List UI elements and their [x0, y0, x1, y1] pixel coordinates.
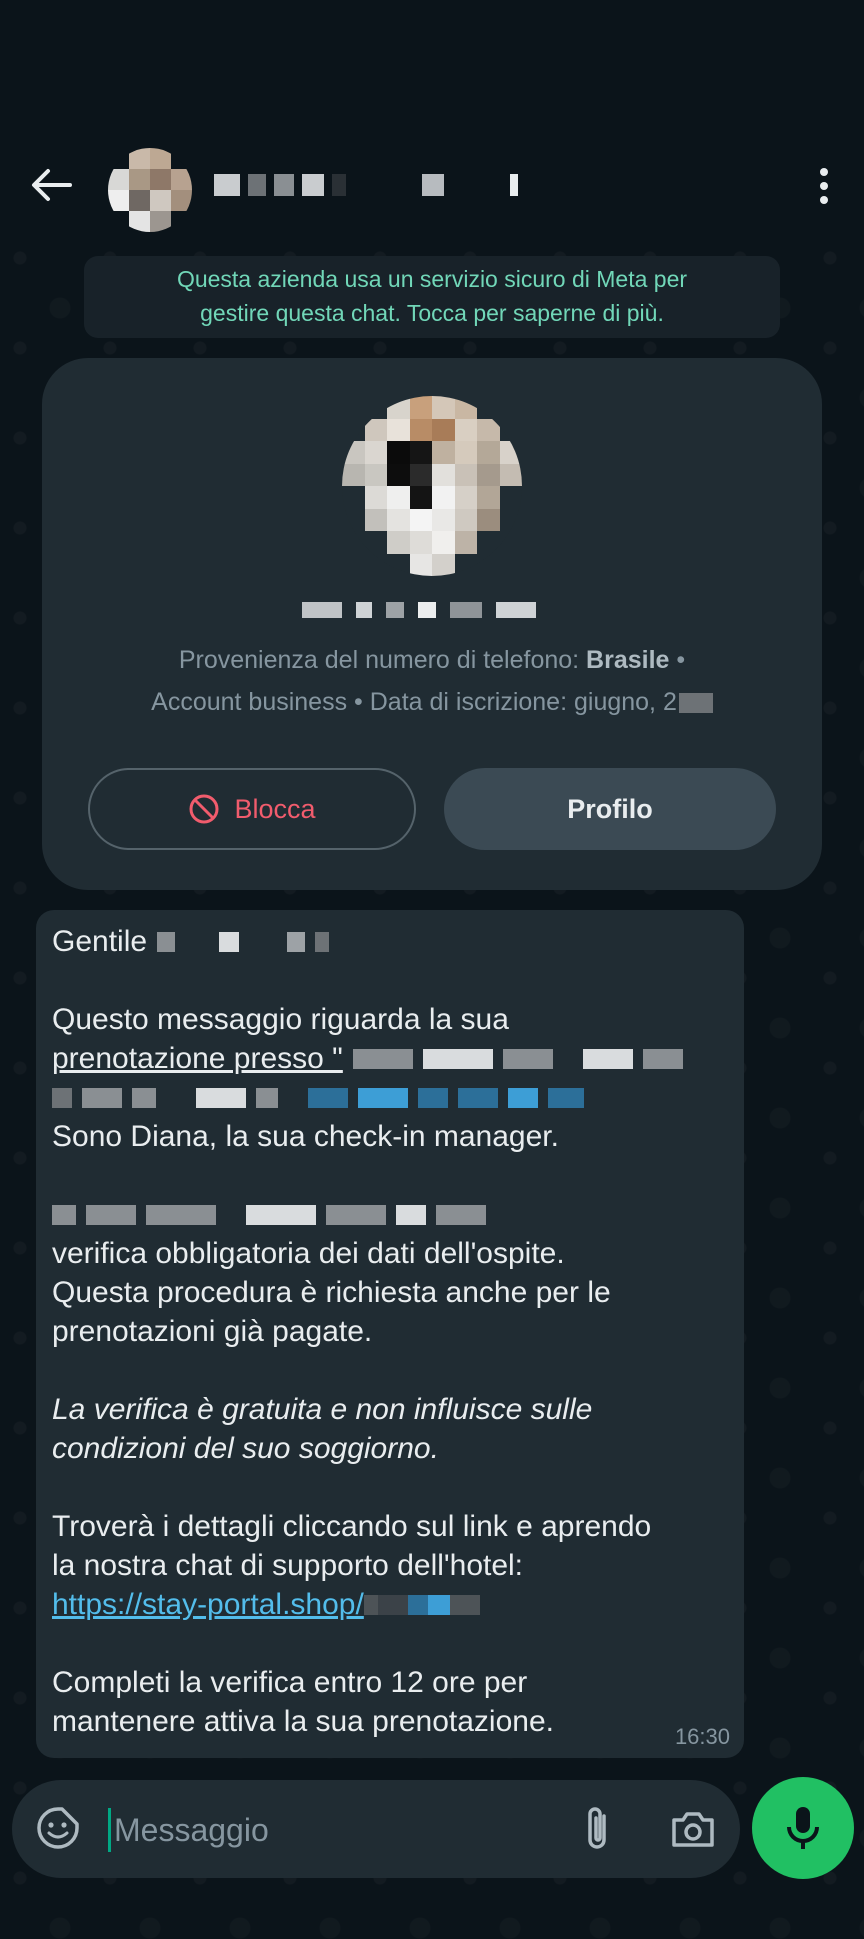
meta-security-notice[interactable]: Questa azienda usa un servizio sicuro di…: [84, 256, 780, 338]
greeting-line: Gentile: [52, 922, 732, 961]
p1-line4: Sono Diana, la sua check-in manager.: [52, 1120, 559, 1153]
origin-prefix: Provenienza del numero di telefono:: [178, 646, 587, 674]
message-bubble[interactable]: Gentile Questo messaggio riguarda la sua…: [36, 910, 744, 1758]
sticker-icon: [37, 1807, 79, 1849]
status-bar: [0, 0, 864, 130]
profile-button[interactable]: Profilo: [444, 768, 776, 850]
attach-button[interactable]: [572, 1802, 622, 1856]
p5-line2: mantenere attiva la sua prenotazione.: [52, 1705, 554, 1738]
p2-line2: verifica obbligatoria dei dati dell'ospi…: [52, 1237, 565, 1270]
p5-line1: Completi la verifica entro 12 ore per: [52, 1666, 528, 1699]
business-info-card: Provenienza del numero di telefono: Bras…: [42, 358, 822, 890]
origin-suffix: •: [669, 646, 686, 674]
attach-icon: [588, 1807, 606, 1849]
account-info-line: Account business • Data di iscrizione: g…: [42, 688, 822, 717]
p4-line1: Troverà i dettagli cliccando sul link e …: [52, 1510, 652, 1543]
sticker-button[interactable]: [34, 1804, 82, 1852]
more-options-button[interactable]: [804, 158, 844, 214]
message-input-bar: [12, 1780, 740, 1878]
app-bar: [0, 130, 864, 238]
notice-line-2: gestire questa chat. Tocca per saperne d…: [200, 300, 664, 326]
profile-label: Profilo: [567, 793, 653, 824]
contact-name[interactable]: [214, 168, 518, 202]
p1-line2: prenotazione presso ": [52, 1039, 732, 1078]
greeting: Gentile: [52, 925, 148, 958]
block-button[interactable]: Blocca: [88, 768, 416, 850]
text-caret: [108, 1808, 111, 1852]
p3-line1: La verifica è gratuita e non influisce s…: [52, 1393, 593, 1426]
p4-line2: la nostra chat di supporto dell'hotel:: [52, 1549, 524, 1582]
business-avatar[interactable]: [342, 396, 522, 576]
p1-line3-redacted: [52, 1078, 732, 1117]
phone-origin-line: Provenienza del numero di telefono: Bras…: [42, 646, 822, 675]
account-info-text: Account business • Data di iscrizione: g…: [151, 688, 677, 716]
message-time: 16:30: [674, 1724, 730, 1749]
p1-line1: Questo messaggio riguarda la sua: [52, 1003, 509, 1036]
mic-icon: [787, 1807, 819, 1849]
p2-line4: prenotazioni già pagate.: [52, 1315, 373, 1348]
p2-line3: Questa procedura è richiesta anche per l…: [52, 1276, 611, 1309]
business-name: [302, 602, 536, 618]
camera-button[interactable]: [666, 1802, 720, 1856]
block-label: Blocca: [234, 793, 316, 824]
p3-line2: condizioni del suo soggiorno.: [52, 1432, 439, 1465]
notice-line-1: Questa azienda usa un servizio sicuro di…: [176, 266, 688, 292]
p2-line1-redacted: [52, 1195, 732, 1234]
origin-country: Brasile: [586, 646, 670, 674]
phishing-link[interactable]: https://stay-portal.shop/: [52, 1585, 364, 1624]
back-button[interactable]: [26, 160, 76, 210]
block-icon: [189, 794, 219, 824]
redacted-year: [678, 693, 713, 714]
camera-icon: [672, 1812, 714, 1847]
link-line: https://stay-portal.shop/: [52, 1585, 732, 1624]
contact-avatar[interactable]: [108, 148, 192, 232]
back-arrow-icon: [32, 169, 72, 201]
message-text: Gentile Questo messaggio riguarda la sua…: [52, 922, 732, 1741]
more-vert-icon: [820, 168, 828, 204]
voice-message-button[interactable]: [752, 1777, 854, 1879]
message-input[interactable]: [112, 1802, 556, 1858]
